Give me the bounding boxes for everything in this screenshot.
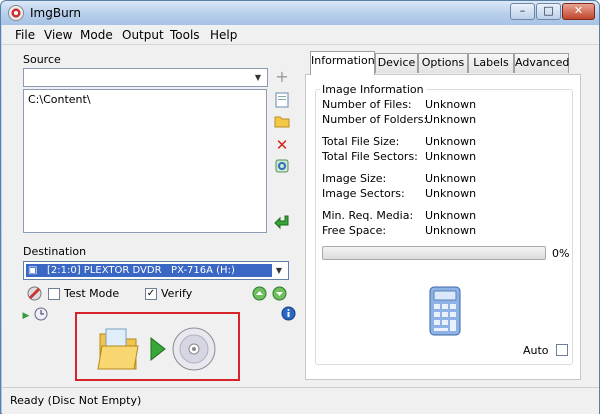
tab-labels[interactable]: Labels [468,53,514,73]
drive-selection-highlight: ▣ [2:1:0] PLEXTOR DVDR PX-716A (H:) [26,264,272,277]
info-value: Unknown [425,209,477,222]
info-label: Number of Files: [322,98,412,111]
drive-icon: ▣ [28,265,38,276]
chevron-down-icon[interactable]: ▼ [251,69,265,86]
app-window: ImgBurn – □ ✕ File View Mode Output Tool… [0,0,600,414]
progress-percent: 0% [552,247,570,260]
list-item[interactable]: C:\Content\ [24,90,266,109]
calculator-icon[interactable] [429,286,461,336]
play-small-icon[interactable]: ▶ [18,308,34,324]
plus-icon[interactable]: + [274,69,290,85]
close-tray-icon[interactable] [271,286,287,302]
title-bar[interactable]: ImgBurn – □ ✕ [1,1,599,25]
file-icon[interactable] [274,92,290,108]
info-label: Min. Req. Media: [322,209,414,222]
imgburn-app-icon [8,5,24,21]
destination-drive-select[interactable]: ▣ [2:1:0] PLEXTOR DVDR PX-716A (H:) ▼ [23,261,289,280]
folder-to-disc-icon [97,327,216,371]
info-label: Total File Sectors: [322,150,418,163]
tab-information[interactable]: Information [310,51,375,75]
menu-bar: File View Mode Output Tools Help [2,25,599,45]
verify-checkbox[interactable]: ✓ [145,288,157,300]
info-value: Unknown [425,150,477,163]
x-icon[interactable]: ✕ [274,137,290,153]
drive-value: [2:1:0] PLEXTOR DVDR PX-716A (H:) [47,265,235,276]
tab-device[interactable]: Device [375,53,418,73]
menu-output[interactable]: Output [122,28,164,42]
close-button[interactable]: ✕ [562,3,595,20]
source-list[interactable]: C:\Content\ [23,89,267,233]
menu-file[interactable]: File [15,28,35,42]
test-mode-label: Test Mode [64,287,120,300]
minimize-button[interactable]: – [510,3,535,20]
green-arrow-icon[interactable] [274,214,290,230]
maximize-button[interactable]: □ [536,3,561,20]
info-label: Number of Folders: [322,113,428,126]
folder-icon[interactable] [274,114,290,130]
menu-view[interactable]: View [44,28,72,42]
destination-label: Destination [23,245,87,258]
source-label: Source [23,53,61,66]
image-information-title: Image Information [320,83,426,96]
auto-checkbox[interactable] [556,344,568,356]
info-label: Image Sectors: [322,187,405,200]
menu-mode[interactable]: Mode [80,28,113,42]
erase-disc-icon[interactable] [26,286,42,302]
chevron-down-icon[interactable]: ▼ [272,262,286,279]
info-label: Image Size: [322,172,387,185]
info-value: Unknown [425,224,477,237]
info-globe-icon[interactable] [280,306,296,322]
refresh-icon[interactable] [274,158,290,174]
info-value: Unknown [425,187,477,200]
build-button[interactable] [96,324,221,374]
tab-advanced[interactable]: Advanced [514,53,569,73]
tab-options[interactable]: Options [418,53,468,73]
menu-tools[interactable]: Tools [170,28,200,42]
eject-icon[interactable] [251,286,267,302]
status-bar: Ready (Disc Not Empty) [2,387,599,414]
auto-label: Auto [523,344,549,357]
info-value: Unknown [425,172,477,185]
window-title: ImgBurn [30,6,82,20]
info-value: Unknown [425,135,477,148]
info-value: Unknown [425,113,477,126]
status-text: Ready (Disc Not Empty) [10,394,142,407]
verify-label: Verify [161,287,193,300]
info-label: Free Space: [322,224,387,237]
source-combo[interactable]: ▼ [23,68,268,87]
menu-help[interactable]: Help [210,28,237,42]
info-value: Unknown [425,98,477,111]
progress-bar [322,246,546,260]
test-mode-checkbox[interactable] [48,288,60,300]
clock-icon[interactable] [33,307,49,323]
info-label: Total File Size: [322,135,400,148]
